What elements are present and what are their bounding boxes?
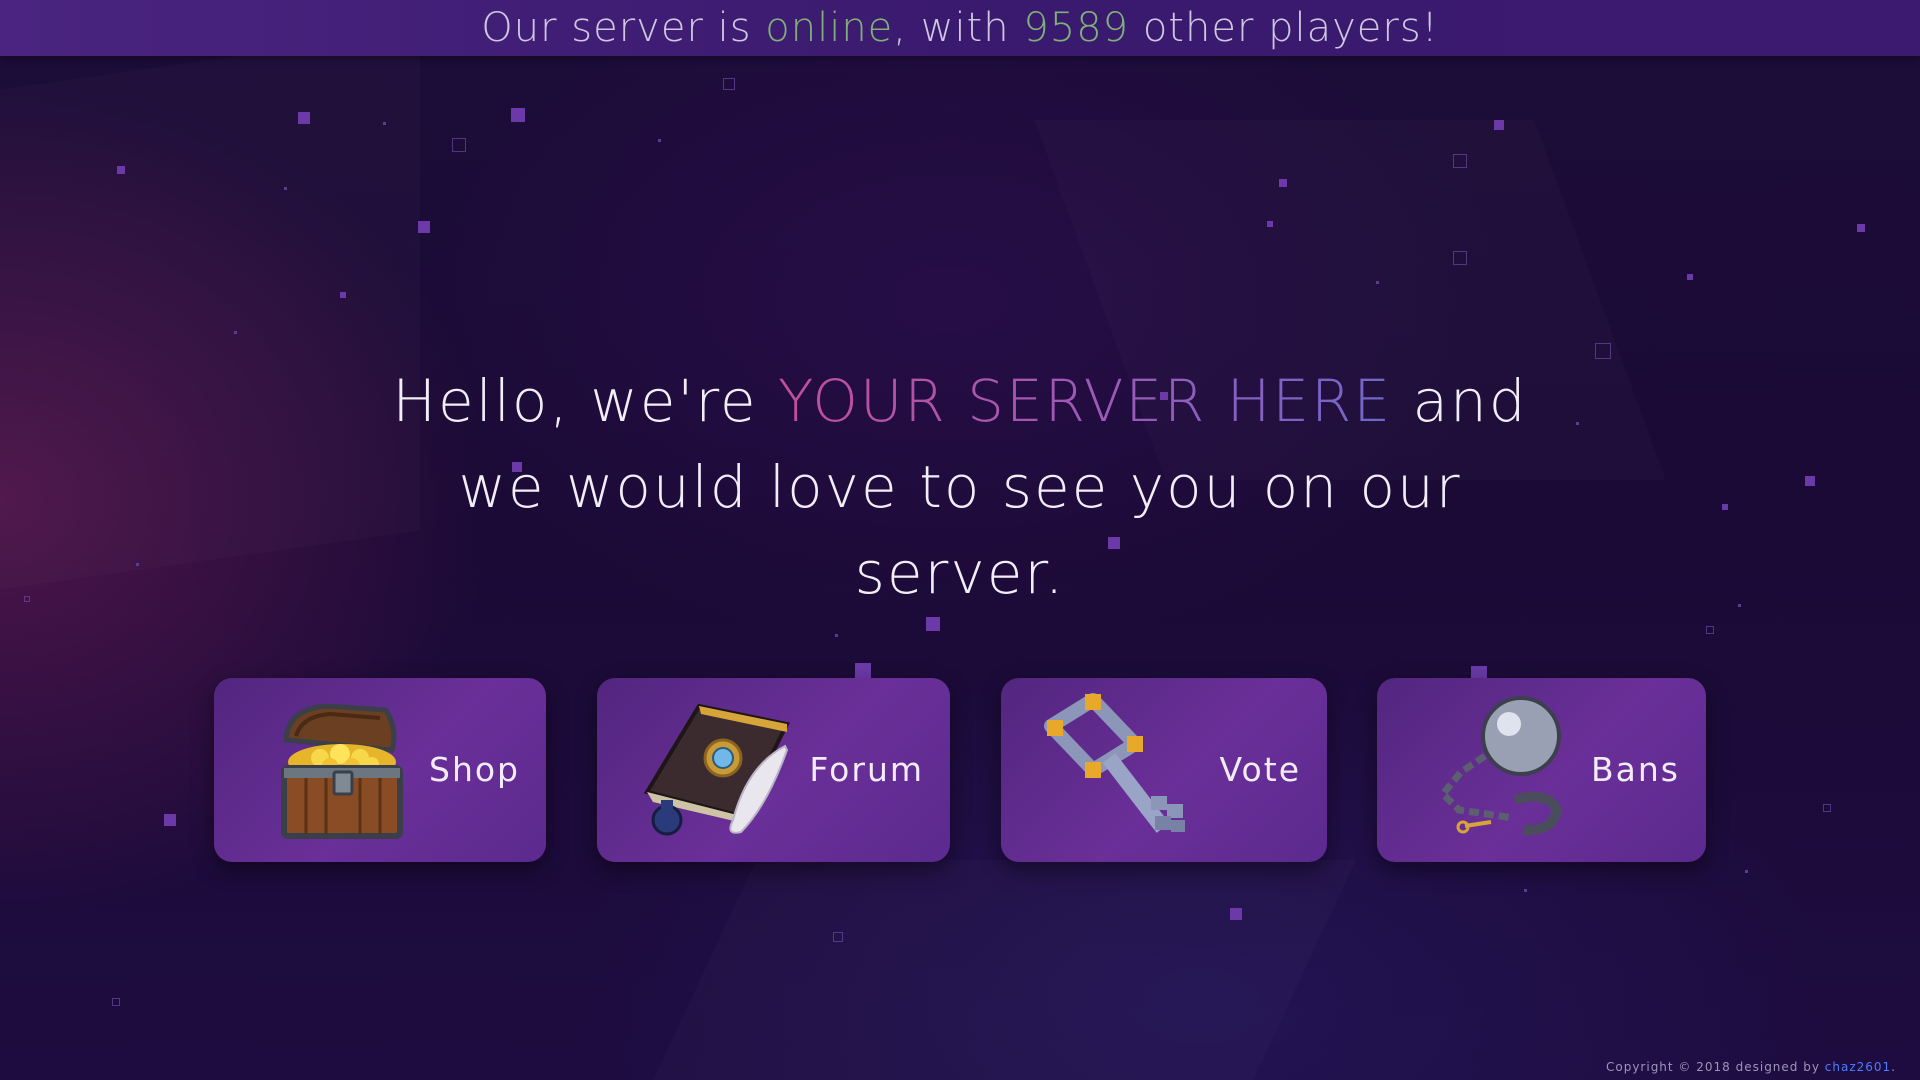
particle-dot	[1524, 889, 1527, 892]
particle-outline	[1823, 804, 1831, 812]
particle-dot	[658, 139, 661, 142]
forum-button[interactable]: Forum	[597, 678, 950, 862]
bans-label: Bans	[1591, 750, 1680, 789]
particle-dot	[383, 122, 386, 125]
particle-outline	[112, 998, 120, 1006]
footer-copyright: Copyright © 2018 designed by chaz2601.	[1606, 1060, 1896, 1080]
hero-headline: Hello, we're YOUR SERVER HERE and we wou…	[360, 358, 1560, 616]
particle	[164, 814, 176, 826]
key-icon	[1044, 693, 1185, 833]
background-facet	[644, 860, 1356, 1080]
particle	[418, 221, 430, 233]
particle	[340, 292, 346, 298]
player-count: 9589	[1023, 5, 1130, 51]
particle-dot	[1376, 281, 1379, 284]
shop-label: Shop	[429, 750, 520, 789]
copyright-text: Copyright © 2018 designed by	[1605, 1060, 1825, 1074]
status-prefix: Our server is	[481, 5, 766, 51]
particle-dot	[1576, 422, 1579, 425]
particle	[117, 166, 125, 174]
server-name: YOUR SERVER HERE	[778, 367, 1393, 435]
particle-outline	[833, 932, 843, 942]
particle	[926, 617, 940, 631]
server-status-bar: Our server is online, with 9589 other pl…	[0, 0, 1920, 56]
copyright-end: .	[1891, 1060, 1896, 1074]
status-middle: , with	[893, 5, 1024, 51]
particle	[1857, 224, 1865, 232]
book-quill-icon	[643, 703, 790, 836]
particle	[511, 108, 525, 122]
shop-button[interactable]: Shop	[214, 678, 546, 862]
particle-outline	[1453, 251, 1467, 265]
author-link[interactable]: chaz2601	[1825, 1060, 1891, 1074]
vote-button[interactable]: Vote	[1001, 678, 1327, 862]
particle-outline	[1453, 154, 1467, 168]
particle-dot	[1738, 604, 1741, 607]
particle	[298, 112, 310, 124]
particle-outline	[723, 78, 735, 90]
background-facet	[0, 30, 420, 589]
status-suffix: other players!	[1129, 5, 1439, 51]
vote-label: Vote	[1219, 750, 1301, 789]
particle-outline	[1706, 626, 1714, 634]
bans-button[interactable]: Bans	[1377, 678, 1706, 862]
page-background: Our server is online, with 9589 other pl…	[0, 0, 1920, 1080]
particle	[1722, 504, 1728, 510]
server-status: online	[765, 5, 894, 51]
particle-outline	[24, 596, 30, 602]
particle	[855, 663, 871, 679]
particle-outline	[452, 138, 466, 152]
particle-outline	[1595, 343, 1611, 359]
particle-dot	[234, 331, 237, 334]
forum-label: Forum	[809, 750, 924, 789]
particle-dot	[136, 563, 139, 566]
particle	[1805, 476, 1815, 486]
particle	[1687, 274, 1693, 280]
particle	[1267, 221, 1273, 227]
particle	[1230, 908, 1242, 920]
particle-dot	[835, 634, 838, 637]
hero-prefix: Hello, we're	[392, 367, 779, 435]
treasure-chest-icon	[281, 703, 403, 839]
ball-and-chain-icon	[1438, 696, 1563, 836]
particle-dot	[284, 187, 287, 190]
particle	[1279, 179, 1287, 187]
particle	[1494, 120, 1504, 130]
particle-dot	[1745, 870, 1748, 873]
